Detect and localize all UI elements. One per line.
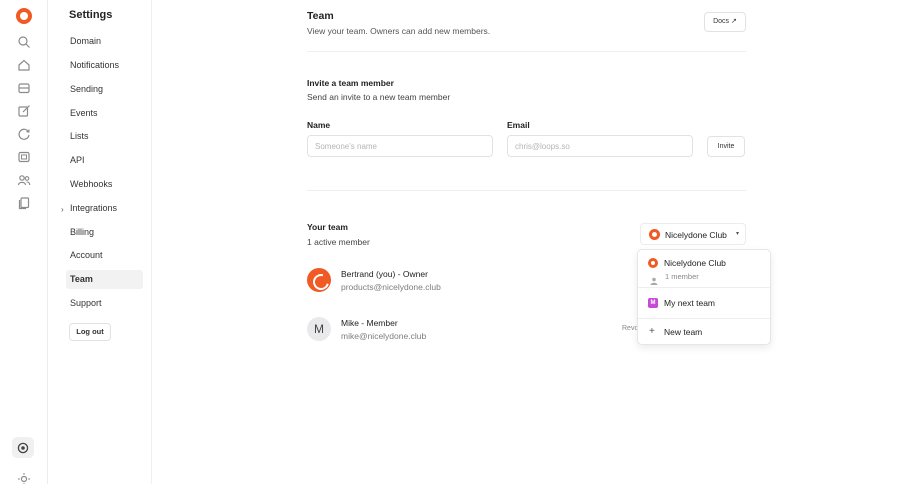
settings-nav: Settings Domain Notifications Sending Ev… xyxy=(48,0,152,484)
sun-icon[interactable] xyxy=(17,472,31,484)
dropdown-divider xyxy=(638,287,770,288)
divider xyxy=(307,190,746,191)
team-subtitle: 1 active member xyxy=(307,237,370,247)
nav-item-lists[interactable]: Lists xyxy=(66,127,143,146)
invite-subtitle: Send an invite to a new team member xyxy=(307,92,451,102)
users-icon[interactable] xyxy=(17,173,31,187)
team-title: Your team xyxy=(307,222,348,232)
nav-item-webhooks[interactable]: Webhooks xyxy=(66,175,143,194)
settings-title: Settings xyxy=(69,9,113,21)
nav-item-support[interactable]: Support xyxy=(66,294,143,313)
divider xyxy=(307,51,746,52)
team-dropdown: Nicelydone Club 1 member M My next team … xyxy=(637,249,771,345)
page-title: Team xyxy=(307,10,334,22)
name-label: Name xyxy=(307,120,331,130)
email-label: Email xyxy=(507,120,530,130)
email-input[interactable] xyxy=(507,135,693,157)
nav-item-api[interactable]: API xyxy=(66,151,143,170)
logo-icon[interactable] xyxy=(16,8,32,24)
team-selector[interactable]: Nicelydone Club ▾ xyxy=(640,223,746,245)
docs-button[interactable]: Docs ↗ xyxy=(704,12,746,32)
team-selector-label: Nicelydone Club xyxy=(665,230,727,240)
nav-item-notifications[interactable]: Notifications xyxy=(66,56,143,75)
member-email: mike@nicelydone.club xyxy=(341,331,427,341)
member-name: Mike - Member xyxy=(341,318,398,328)
dropdown-current-team[interactable]: Nicelydone Club xyxy=(664,258,726,268)
name-input[interactable] xyxy=(307,135,493,157)
invite-button[interactable]: Invite xyxy=(707,136,745,157)
edit-icon[interactable] xyxy=(17,104,31,118)
home-icon[interactable] xyxy=(17,58,31,72)
team-logo-icon xyxy=(649,229,660,240)
nav-item-integrations[interactable]: Integrations xyxy=(66,199,143,218)
docs-icon[interactable] xyxy=(17,196,31,210)
nav-item-sending[interactable]: Sending xyxy=(66,80,143,99)
chevron-down-icon: ▾ xyxy=(735,231,739,237)
icon-rail xyxy=(0,0,48,484)
avatar xyxy=(307,268,331,292)
avatar: M xyxy=(307,317,331,341)
main-content: Team View your team. Owners can add new … xyxy=(153,0,900,484)
nav-item-billing[interactable]: Billing xyxy=(66,223,143,242)
invite-title: Invite a team member xyxy=(307,78,394,88)
inbox-icon[interactable] xyxy=(17,81,31,95)
nav-item-team[interactable]: Team xyxy=(66,270,143,289)
member-email: products@nicelydone.club xyxy=(341,282,441,292)
dropdown-other-team[interactable]: My next team xyxy=(664,298,715,308)
dropdown-divider xyxy=(638,318,770,319)
dropdown-new-team[interactable]: New team xyxy=(664,327,702,337)
plus-icon: + xyxy=(649,326,655,337)
nav-item-domain[interactable]: Domain xyxy=(66,32,143,51)
search-icon[interactable] xyxy=(17,35,31,49)
nav-item-account[interactable]: Account xyxy=(66,246,143,265)
nav-item-events[interactable]: Events xyxy=(66,104,143,123)
member-name: Bertrand (you) - Owner xyxy=(341,269,428,279)
page-subtitle: View your team. Owners can add new membe… xyxy=(307,26,491,36)
dropdown-member-count: 1 member xyxy=(665,272,699,281)
chevron-right-icon: › xyxy=(61,205,64,214)
refresh-icon[interactable] xyxy=(17,127,31,141)
media-icon[interactable] xyxy=(17,150,31,164)
team-initial-icon: M xyxy=(648,298,658,308)
settings-icon[interactable] xyxy=(16,441,30,455)
logout-button[interactable]: Log out xyxy=(69,323,111,341)
team-logo-icon xyxy=(648,258,658,268)
revoke-button[interactable]: Revo xyxy=(622,325,638,332)
